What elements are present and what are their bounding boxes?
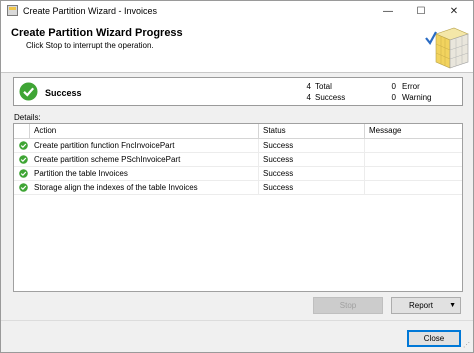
- resize-grip-icon[interactable]: ⋰: [463, 342, 471, 350]
- report-button-label: Report: [408, 301, 433, 310]
- success-label: Success: [315, 93, 346, 102]
- table-row[interactable]: Create partition scheme PSchInvoicePart …: [14, 153, 462, 167]
- report-button[interactable]: Report ▼: [391, 297, 461, 314]
- row-status: Success: [259, 153, 365, 166]
- footer-divider: [1, 320, 473, 321]
- wizard-header: Create Partition Wizard Progress Click S…: [1, 22, 473, 73]
- row-status: Success: [259, 167, 365, 180]
- page-title: Create Partition Wizard Progress: [11, 27, 183, 39]
- details-label: Details:: [14, 113, 41, 122]
- row-status: Success: [259, 139, 365, 152]
- column-header-message[interactable]: Message: [365, 124, 462, 138]
- table-row[interactable]: Partition the table Invoices Success: [14, 167, 462, 181]
- table-row[interactable]: Storage align the indexes of the table I…: [14, 181, 462, 195]
- wizard-cube-icon: [425, 27, 469, 69]
- app-icon: [7, 5, 18, 16]
- page-subtitle: Click Stop to interrupt the operation.: [26, 41, 154, 50]
- row-action: Create partition function FncInvoicePart: [30, 139, 259, 152]
- grid-header: Action Status Message: [14, 124, 462, 139]
- warning-count: 0: [391, 93, 396, 102]
- success-count: 4: [306, 93, 311, 102]
- row-message: [365, 181, 462, 194]
- table-row[interactable]: Create partition function FncInvoicePart…: [14, 139, 462, 153]
- total-label: Total: [315, 82, 332, 91]
- success-check-icon: [19, 141, 28, 150]
- error-count: 0: [391, 82, 396, 91]
- row-message: [365, 153, 462, 166]
- success-check-icon: [19, 183, 28, 192]
- maximize-button[interactable]: ☐: [406, 1, 436, 22]
- details-grid: Action Status Message Create partition f…: [13, 123, 463, 292]
- column-header-action[interactable]: Action: [30, 124, 259, 138]
- success-check-icon: [19, 155, 28, 164]
- check-circle-icon: [19, 82, 38, 101]
- title-bar: Create Partition Wizard - Invoices — ☐ ✕: [1, 1, 473, 22]
- column-header-status[interactable]: Status: [259, 124, 365, 138]
- row-action: Create partition scheme PSchInvoicePart: [30, 153, 259, 166]
- status-text: Success: [45, 88, 82, 98]
- stop-button[interactable]: Stop: [313, 297, 383, 314]
- minimize-button[interactable]: —: [373, 1, 403, 22]
- warning-label: Warning: [402, 93, 432, 102]
- close-window-button[interactable]: ✕: [439, 1, 469, 22]
- status-summary-panel: Success 4 Total 4 Success 0 Error 0 Warn…: [13, 77, 463, 106]
- chevron-down-icon: ▼: [449, 302, 456, 309]
- error-label: Error: [402, 82, 420, 91]
- row-status: Success: [259, 181, 365, 194]
- grid-header-icon-column: [14, 124, 30, 138]
- window-title: Create Partition Wizard - Invoices: [23, 6, 158, 16]
- wizard-window: Create Partition Wizard - Invoices — ☐ ✕…: [0, 0, 474, 353]
- success-check-icon: [19, 169, 28, 178]
- row-action: Partition the table Invoices: [30, 167, 259, 180]
- row-message: [365, 139, 462, 152]
- row-message: [365, 167, 462, 180]
- total-count: 4: [306, 82, 311, 91]
- close-button[interactable]: Close: [407, 330, 461, 347]
- row-action: Storage align the indexes of the table I…: [30, 181, 259, 194]
